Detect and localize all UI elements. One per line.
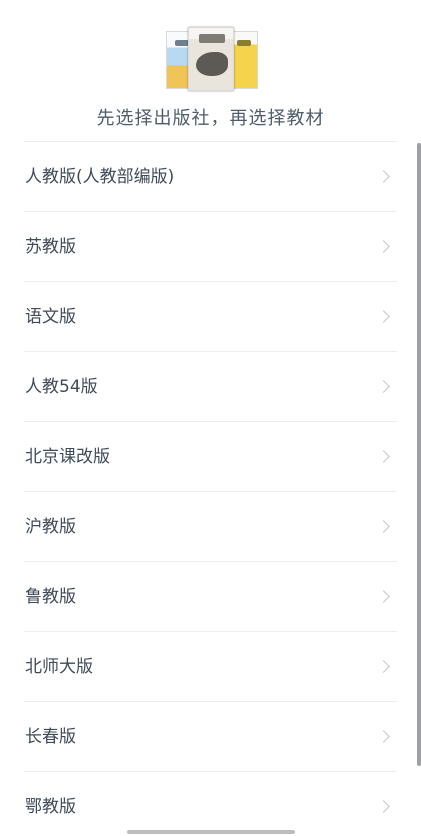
publisher-label: 人教版(人教部编版) [25,167,175,187]
publisher-label: 北师大版 [25,657,93,677]
publisher-label: 人教54版 [25,377,98,397]
publisher-item-changchun[interactable]: 长春版 [0,702,421,772]
publisher-label: 语文版 [25,307,76,327]
publisher-label: 北京课改版 [25,447,110,467]
publisher-label: 鄂教版 [25,797,76,817]
header: 先选择出版社，再选择教材 [0,0,421,142]
publisher-item-ejiao[interactable]: 鄂教版 [0,772,421,836]
chevron-right-icon [377,450,390,463]
horse-illustration [196,52,228,76]
chevron-right-icon [377,240,390,253]
chevron-right-icon [377,590,390,603]
chevron-right-icon [377,660,390,673]
publisher-item-sujiao[interactable]: 苏教版 [0,212,421,282]
page-subtitle: 先选择出版社，再选择教材 [96,108,325,129]
publisher-label: 沪教版 [25,517,76,537]
publisher-item-beijing-kegai[interactable]: 北京课改版 [0,422,421,492]
publisher-item-beishida[interactable]: 北师大版 [0,632,421,702]
chevron-right-icon [377,520,390,533]
chevron-right-icon [377,310,390,323]
scrollbar[interactable] [417,143,421,766]
textbook-cover-middle [188,27,234,91]
cover-title-mark [175,40,189,46]
chevron-right-icon [377,380,390,393]
publisher-item-renjiao54[interactable]: 人教54版 [0,352,421,422]
textbook-covers-icon [166,27,258,91]
chevron-right-icon [377,170,390,183]
cover-title-mark [237,40,251,46]
publisher-item-renjiao[interactable]: 人教版(人教部编版) [0,142,421,212]
publisher-item-lujiao[interactable]: 鲁教版 [0,562,421,632]
publisher-list: 人教版(人教部编版) 苏教版 语文版 人教54版 北京课改版 沪教版 鲁教版 北… [0,142,421,836]
publisher-label: 长春版 [25,727,76,747]
publisher-select-page: 先选择出版社，再选择教材 人教版(人教部编版) 苏教版 语文版 人教54版 北京… [0,0,421,836]
publisher-label: 鲁教版 [25,587,76,607]
publisher-item-yuwen[interactable]: 语文版 [0,282,421,352]
publisher-label: 苏教版 [25,237,76,257]
cover-title-mark [199,34,225,43]
home-indicator[interactable] [127,830,295,834]
chevron-right-icon [377,730,390,743]
chevron-right-icon [377,800,390,813]
publisher-item-hujiao[interactable]: 沪教版 [0,492,421,562]
